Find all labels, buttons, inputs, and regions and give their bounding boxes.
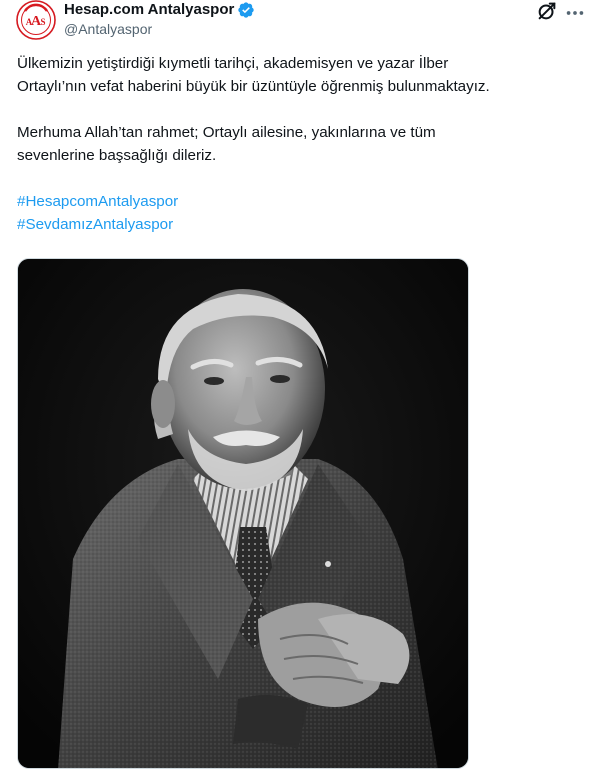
grok-icon[interactable]: [536, 0, 558, 22]
display-name[interactable]: Hesap.com Antalyaspor: [64, 0, 234, 20]
tweet-line: Ülkemizin yetiştirdiği kıymetli tarihçi,…: [17, 55, 449, 72]
tweet-line: Ortaylı’nın vefat haberini büyük bir üzü…: [17, 78, 490, 95]
more-dots-icon[interactable]: [564, 2, 586, 24]
tweet-photo[interactable]: [17, 258, 469, 769]
svg-text:S: S: [40, 17, 45, 27]
tweet-text: Ülkemizin yetiştirdiği kıymetli tarihçi,…: [17, 52, 577, 236]
avatar[interactable]: A A S: [16, 0, 56, 40]
tweet-header: A A S Hesap.com Antalyaspor @Antalyaspor: [16, 0, 584, 44]
verified-badge-icon: [238, 2, 255, 18]
handle[interactable]: @Antalyaspor: [64, 20, 255, 39]
antalyaspor-logo-icon: A A S: [16, 0, 56, 40]
tweet-line: sevenlerine başsağlığı dileriz.: [17, 147, 217, 164]
hashtag-link[interactable]: #HesapcomAntalyaspor: [17, 190, 577, 213]
author-names: Hesap.com Antalyaspor @Antalyaspor: [64, 0, 255, 39]
tweet-line: Merhuma Allah’tan rahmet; Ortaylı ailesi…: [17, 124, 436, 141]
svg-text:A: A: [26, 17, 33, 27]
portrait-photo: [18, 259, 468, 768]
hashtag-link[interactable]: #SevdamızAntalyaspor: [17, 213, 577, 236]
